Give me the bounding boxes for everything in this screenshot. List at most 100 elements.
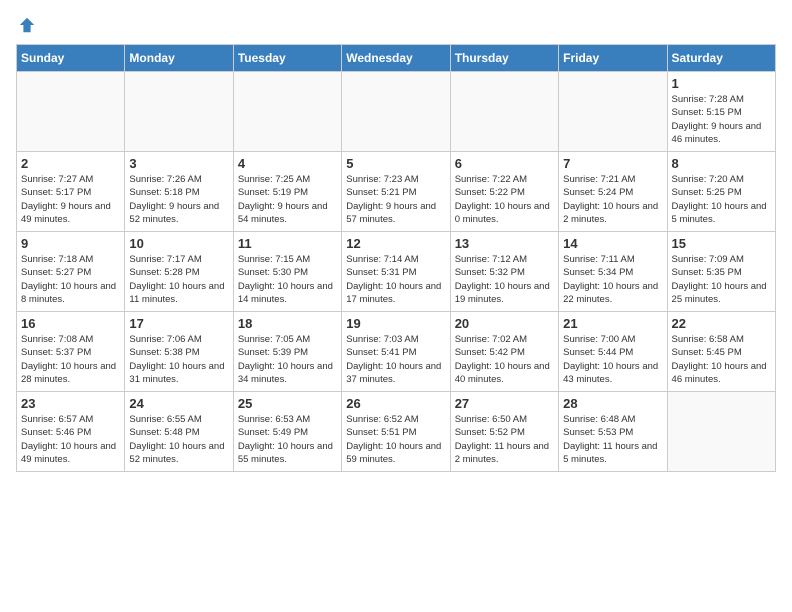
day-info: Sunrise: 7:05 AM Sunset: 5:39 PM Dayligh… (238, 333, 337, 386)
day-info: Sunrise: 7:17 AM Sunset: 5:28 PM Dayligh… (129, 253, 228, 306)
day-info: Sunrise: 6:58 AM Sunset: 5:45 PM Dayligh… (672, 333, 771, 386)
calendar-header-wednesday: Wednesday (342, 45, 450, 72)
day-number: 23 (21, 396, 120, 411)
day-info: Sunrise: 7:08 AM Sunset: 5:37 PM Dayligh… (21, 333, 120, 386)
calendar-cell: 19Sunrise: 7:03 AM Sunset: 5:41 PM Dayli… (342, 312, 450, 392)
day-number: 14 (563, 236, 662, 251)
day-info: Sunrise: 6:52 AM Sunset: 5:51 PM Dayligh… (346, 413, 445, 466)
day-info: Sunrise: 7:22 AM Sunset: 5:22 PM Dayligh… (455, 173, 554, 226)
day-number: 26 (346, 396, 445, 411)
calendar-week-row: 9 Sunrise: 7:18 AM Sunset: 5:27 PM Daylig… (17, 232, 776, 312)
day-info: Sunrise: 7:20 AM Sunset: 5:25 PM Dayligh… (672, 173, 771, 226)
day-info: Sunrise: 7:02 AM Sunset: 5:42 PM Dayligh… (455, 333, 554, 386)
day-number: 27 (455, 396, 554, 411)
calendar-cell: 22 Sunrise: 6:58 AM Sunset: 5:45 PM Dayli… (667, 312, 775, 392)
day-number: 2 (21, 156, 120, 171)
calendar-header-friday: Friday (559, 45, 667, 72)
calendar-cell (667, 392, 775, 472)
day-number: 6 (455, 156, 554, 171)
day-number: 15 (672, 236, 771, 251)
calendar-cell (233, 72, 341, 152)
header (16, 16, 776, 34)
calendar-cell: 16 Sunrise: 7:08 AM Sunset: 5:37 PM Dayli… (17, 312, 125, 392)
calendar-cell: 1Sunrise: 7:28 AM Sunset: 5:15 PM Daylig… (667, 72, 775, 152)
day-number: 24 (129, 396, 228, 411)
calendar-header-saturday: Saturday (667, 45, 775, 72)
day-info: Sunrise: 7:11 AM Sunset: 5:34 PM Dayligh… (563, 253, 662, 306)
day-info: Sunrise: 6:57 AM Sunset: 5:46 PM Dayligh… (21, 413, 120, 466)
calendar-cell: 28Sunrise: 6:48 AM Sunset: 5:53 PM Dayli… (559, 392, 667, 472)
day-info: Sunrise: 6:50 AM Sunset: 5:52 PM Dayligh… (455, 413, 554, 466)
calendar-header-tuesday: Tuesday (233, 45, 341, 72)
calendar-cell: 3Sunrise: 7:26 AM Sunset: 5:18 PM Daylig… (125, 152, 233, 232)
day-info: Sunrise: 7:14 AM Sunset: 5:31 PM Dayligh… (346, 253, 445, 306)
calendar-cell: 25Sunrise: 6:53 AM Sunset: 5:49 PM Dayli… (233, 392, 341, 472)
calendar-cell: 8 Sunrise: 7:20 AM Sunset: 5:25 PM Daylig… (667, 152, 775, 232)
day-info: Sunrise: 7:21 AM Sunset: 5:24 PM Dayligh… (563, 173, 662, 226)
logo (16, 16, 36, 34)
calendar-cell: 10 Sunrise: 7:17 AM Sunset: 5:28 PM Dayli… (125, 232, 233, 312)
day-number: 22 (672, 316, 771, 331)
calendar-cell: 17 Sunrise: 7:06 AM Sunset: 5:38 PM Dayli… (125, 312, 233, 392)
calendar-cell: 24 Sunrise: 6:55 AM Sunset: 5:48 PM Dayli… (125, 392, 233, 472)
day-number: 18 (238, 316, 337, 331)
day-number: 13 (455, 236, 554, 251)
day-number: 5 (346, 156, 445, 171)
day-number: 16 (21, 316, 120, 331)
calendar-week-row: 1Sunrise: 7:28 AM Sunset: 5:15 PM Daylig… (17, 72, 776, 152)
day-number: 1 (672, 76, 771, 91)
calendar-cell: 15 Sunrise: 7:09 AM Sunset: 5:35 PM Dayli… (667, 232, 775, 312)
calendar-week-row: 23 Sunrise: 6:57 AM Sunset: 5:46 PM Dayli… (17, 392, 776, 472)
day-info: Sunrise: 6:48 AM Sunset: 5:53 PM Dayligh… (563, 413, 662, 466)
day-number: 10 (129, 236, 228, 251)
calendar-cell: 11 Sunrise: 7:15 AM Sunset: 5:30 PM Dayli… (233, 232, 341, 312)
day-number: 25 (238, 396, 337, 411)
calendar-cell: 4 Sunrise: 7:25 AM Sunset: 5:19 PM Daylig… (233, 152, 341, 232)
day-info: Sunrise: 7:23 AM Sunset: 5:21 PM Dayligh… (346, 173, 445, 226)
calendar-header-row: SundayMondayTuesdayWednesdayThursdayFrid… (17, 45, 776, 72)
calendar-header-thursday: Thursday (450, 45, 558, 72)
calendar-header-monday: Monday (125, 45, 233, 72)
day-info: Sunrise: 7:12 AM Sunset: 5:32 PM Dayligh… (455, 253, 554, 306)
day-info: Sunrise: 7:26 AM Sunset: 5:18 PM Dayligh… (129, 173, 228, 226)
calendar-week-row: 2 Sunrise: 7:27 AM Sunset: 5:17 PM Daylig… (17, 152, 776, 232)
calendar-cell: 21Sunrise: 7:00 AM Sunset: 5:44 PM Dayli… (559, 312, 667, 392)
calendar-cell: 18 Sunrise: 7:05 AM Sunset: 5:39 PM Dayli… (233, 312, 341, 392)
calendar-header-sunday: Sunday (17, 45, 125, 72)
day-number: 8 (672, 156, 771, 171)
calendar-cell (450, 72, 558, 152)
day-number: 7 (563, 156, 662, 171)
day-number: 20 (455, 316, 554, 331)
day-number: 17 (129, 316, 228, 331)
calendar-cell: 13 Sunrise: 7:12 AM Sunset: 5:32 PM Dayli… (450, 232, 558, 312)
calendar-cell: 5 Sunrise: 7:23 AM Sunset: 5:21 PM Daylig… (342, 152, 450, 232)
calendar-cell: 14 Sunrise: 7:11 AM Sunset: 5:34 PM Dayli… (559, 232, 667, 312)
calendar-cell (342, 72, 450, 152)
day-info: Sunrise: 7:15 AM Sunset: 5:30 PM Dayligh… (238, 253, 337, 306)
day-number: 21 (563, 316, 662, 331)
calendar-cell: 23 Sunrise: 6:57 AM Sunset: 5:46 PM Dayli… (17, 392, 125, 472)
calendar-table: SundayMondayTuesdayWednesdayThursdayFrid… (16, 44, 776, 472)
day-info: Sunrise: 7:03 AM Sunset: 5:41 PM Dayligh… (346, 333, 445, 386)
calendar-cell: 27 Sunrise: 6:50 AM Sunset: 5:52 PM Dayli… (450, 392, 558, 472)
day-number: 9 (21, 236, 120, 251)
calendar-cell: 6 Sunrise: 7:22 AM Sunset: 5:22 PM Daylig… (450, 152, 558, 232)
day-info: Sunrise: 7:27 AM Sunset: 5:17 PM Dayligh… (21, 173, 120, 226)
calendar-cell (559, 72, 667, 152)
calendar-cell: 2 Sunrise: 7:27 AM Sunset: 5:17 PM Daylig… (17, 152, 125, 232)
calendar-cell: 9 Sunrise: 7:18 AM Sunset: 5:27 PM Daylig… (17, 232, 125, 312)
day-info: Sunrise: 7:18 AM Sunset: 5:27 PM Dayligh… (21, 253, 120, 306)
day-info: Sunrise: 7:06 AM Sunset: 5:38 PM Dayligh… (129, 333, 228, 386)
calendar-cell: 26 Sunrise: 6:52 AM Sunset: 5:51 PM Dayli… (342, 392, 450, 472)
calendar-cell (17, 72, 125, 152)
day-info: Sunrise: 7:25 AM Sunset: 5:19 PM Dayligh… (238, 173, 337, 226)
calendar-cell: 12 Sunrise: 7:14 AM Sunset: 5:31 PM Dayli… (342, 232, 450, 312)
day-info: Sunrise: 7:09 AM Sunset: 5:35 PM Dayligh… (672, 253, 771, 306)
day-number: 11 (238, 236, 337, 251)
logo-icon (18, 16, 36, 34)
day-number: 4 (238, 156, 337, 171)
calendar-cell: 7 Sunrise: 7:21 AM Sunset: 5:24 PM Daylig… (559, 152, 667, 232)
calendar-week-row: 16 Sunrise: 7:08 AM Sunset: 5:37 PM Dayli… (17, 312, 776, 392)
day-info: Sunrise: 6:55 AM Sunset: 5:48 PM Dayligh… (129, 413, 228, 466)
day-number: 12 (346, 236, 445, 251)
